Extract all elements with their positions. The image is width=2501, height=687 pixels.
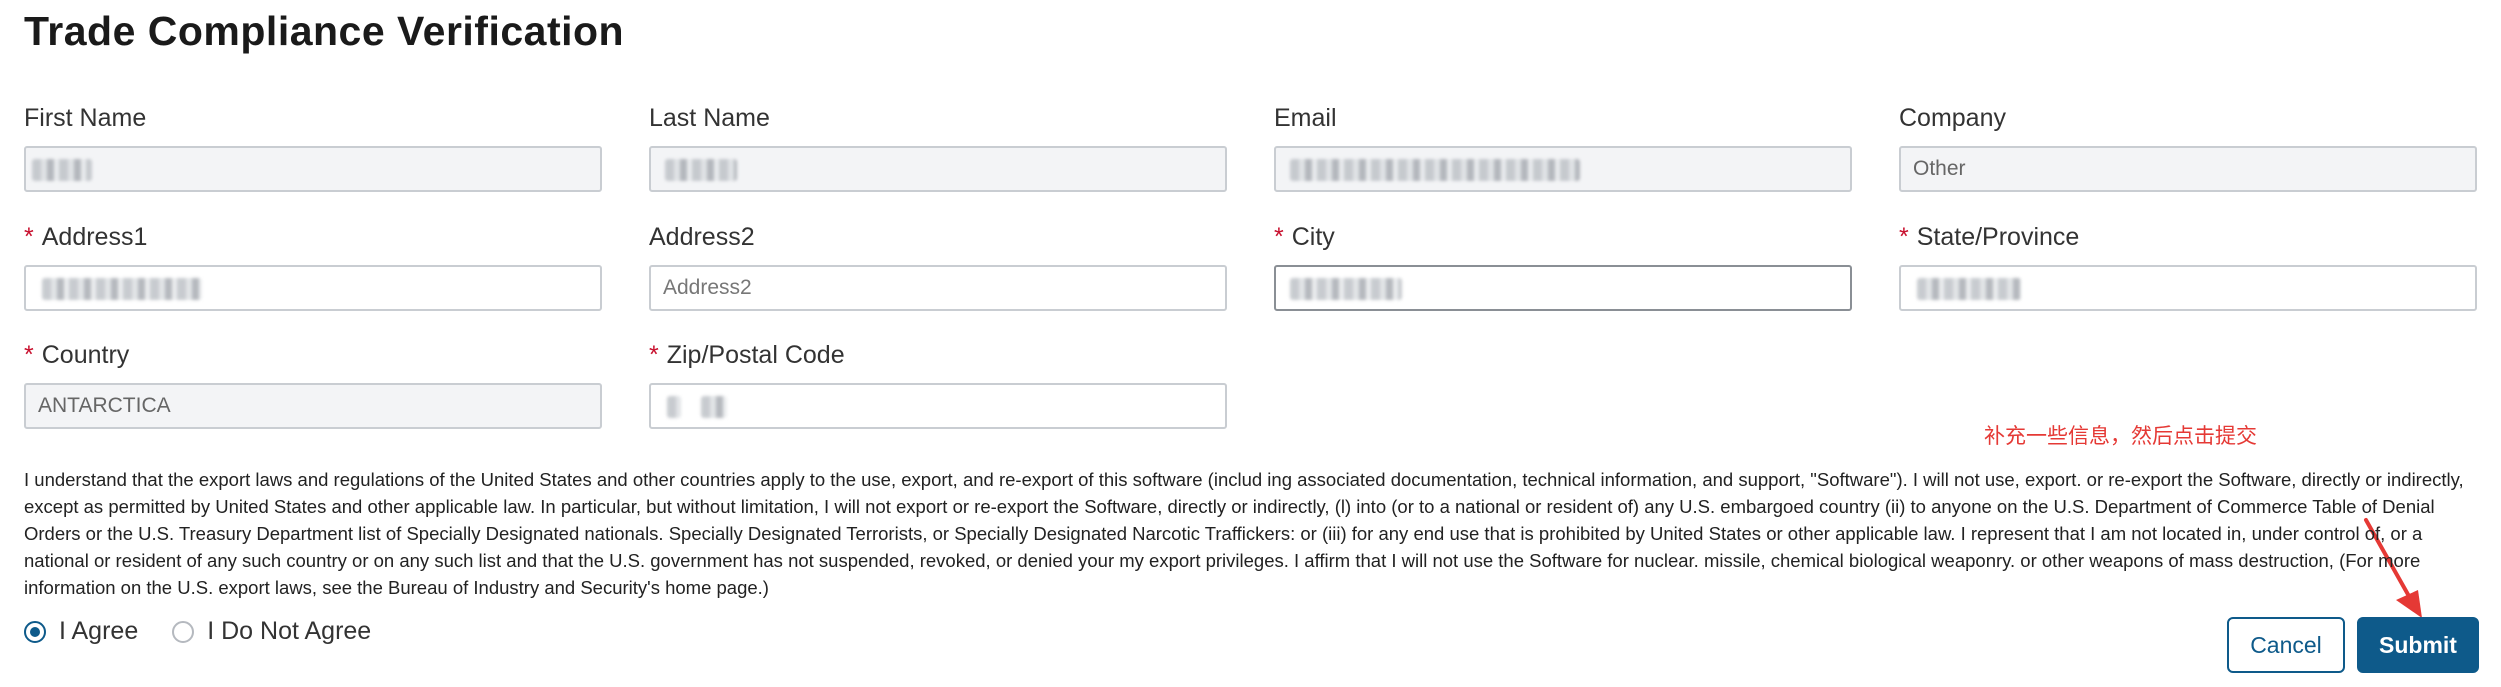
country-label: * Country [24, 341, 130, 369]
zip-input[interactable] [649, 383, 1227, 429]
redacted-value [1917, 278, 2021, 300]
redacted-value [665, 159, 737, 181]
agree-option[interactable]: I Agree [24, 617, 138, 646]
email-input[interactable] [1274, 146, 1852, 192]
required-marker: * [1899, 223, 1909, 251]
first-name-input[interactable] [24, 146, 602, 192]
agree-label: I Agree [59, 617, 139, 645]
email-field: Email [1274, 101, 1854, 192]
page-title: Trade Compliance Verification [24, 8, 625, 54]
cancel-button[interactable]: Cancel [2227, 617, 2345, 673]
agreement-radio-group: I Agree I Do Not Agree [24, 617, 405, 646]
redacted-value [701, 396, 727, 418]
address1-input[interactable] [24, 265, 602, 311]
company-field: Company Other [1899, 101, 2479, 192]
country-select[interactable]: ANTARCTICA [24, 383, 602, 429]
zip-label: * Zip/Postal Code [649, 341, 845, 369]
redacted-value [1290, 278, 1402, 300]
city-field: * City [1274, 220, 1854, 311]
required-marker: * [24, 341, 34, 369]
company-label: Company [1899, 104, 2006, 132]
address1-label: * Address1 [24, 223, 148, 251]
address2-placeholder: Address2 [663, 276, 752, 299]
required-marker: * [1274, 223, 1284, 251]
disagree-label: I Do Not Agree [207, 617, 372, 645]
address2-field: Address2 Address2 [649, 220, 1229, 311]
state-input[interactable] [1899, 265, 2477, 311]
required-marker: * [649, 341, 659, 369]
address2-label: Address2 [649, 223, 755, 251]
export-terms-text: I understand that the export laws and re… [24, 469, 2464, 598]
radio-unchecked-icon[interactable] [172, 620, 195, 643]
redacted-value [32, 159, 92, 181]
state-label: * State/Province [1899, 223, 2080, 251]
redacted-value [42, 278, 202, 300]
redacted-value [667, 396, 681, 418]
first-name-field: First Name [24, 101, 604, 192]
company-input[interactable]: Other [1899, 146, 2477, 192]
city-label: * City [1274, 223, 1335, 251]
zip-field: * Zip/Postal Code [649, 338, 1229, 429]
first-name-label: First Name [24, 104, 147, 132]
state-field: * State/Province [1899, 220, 2479, 311]
redacted-value [1290, 159, 1580, 181]
email-label: Email [1274, 104, 1337, 132]
last-name-label: Last Name [649, 104, 770, 132]
disagree-option[interactable]: I Do Not Agree [172, 617, 371, 646]
last-name-input[interactable] [649, 146, 1227, 192]
country-field: * Country ANTARCTICA [24, 338, 604, 429]
required-marker: * [24, 223, 34, 251]
last-name-field: Last Name [649, 101, 1229, 192]
city-input[interactable] [1274, 265, 1852, 311]
address2-input[interactable]: Address2 [649, 265, 1227, 311]
address1-field: * Address1 [24, 220, 604, 311]
radio-checked-icon[interactable] [24, 620, 46, 643]
submit-button[interactable]: Submit [2357, 617, 2479, 673]
annotation-text: 补充一些信息，然后点击提交 [1984, 425, 2257, 448]
